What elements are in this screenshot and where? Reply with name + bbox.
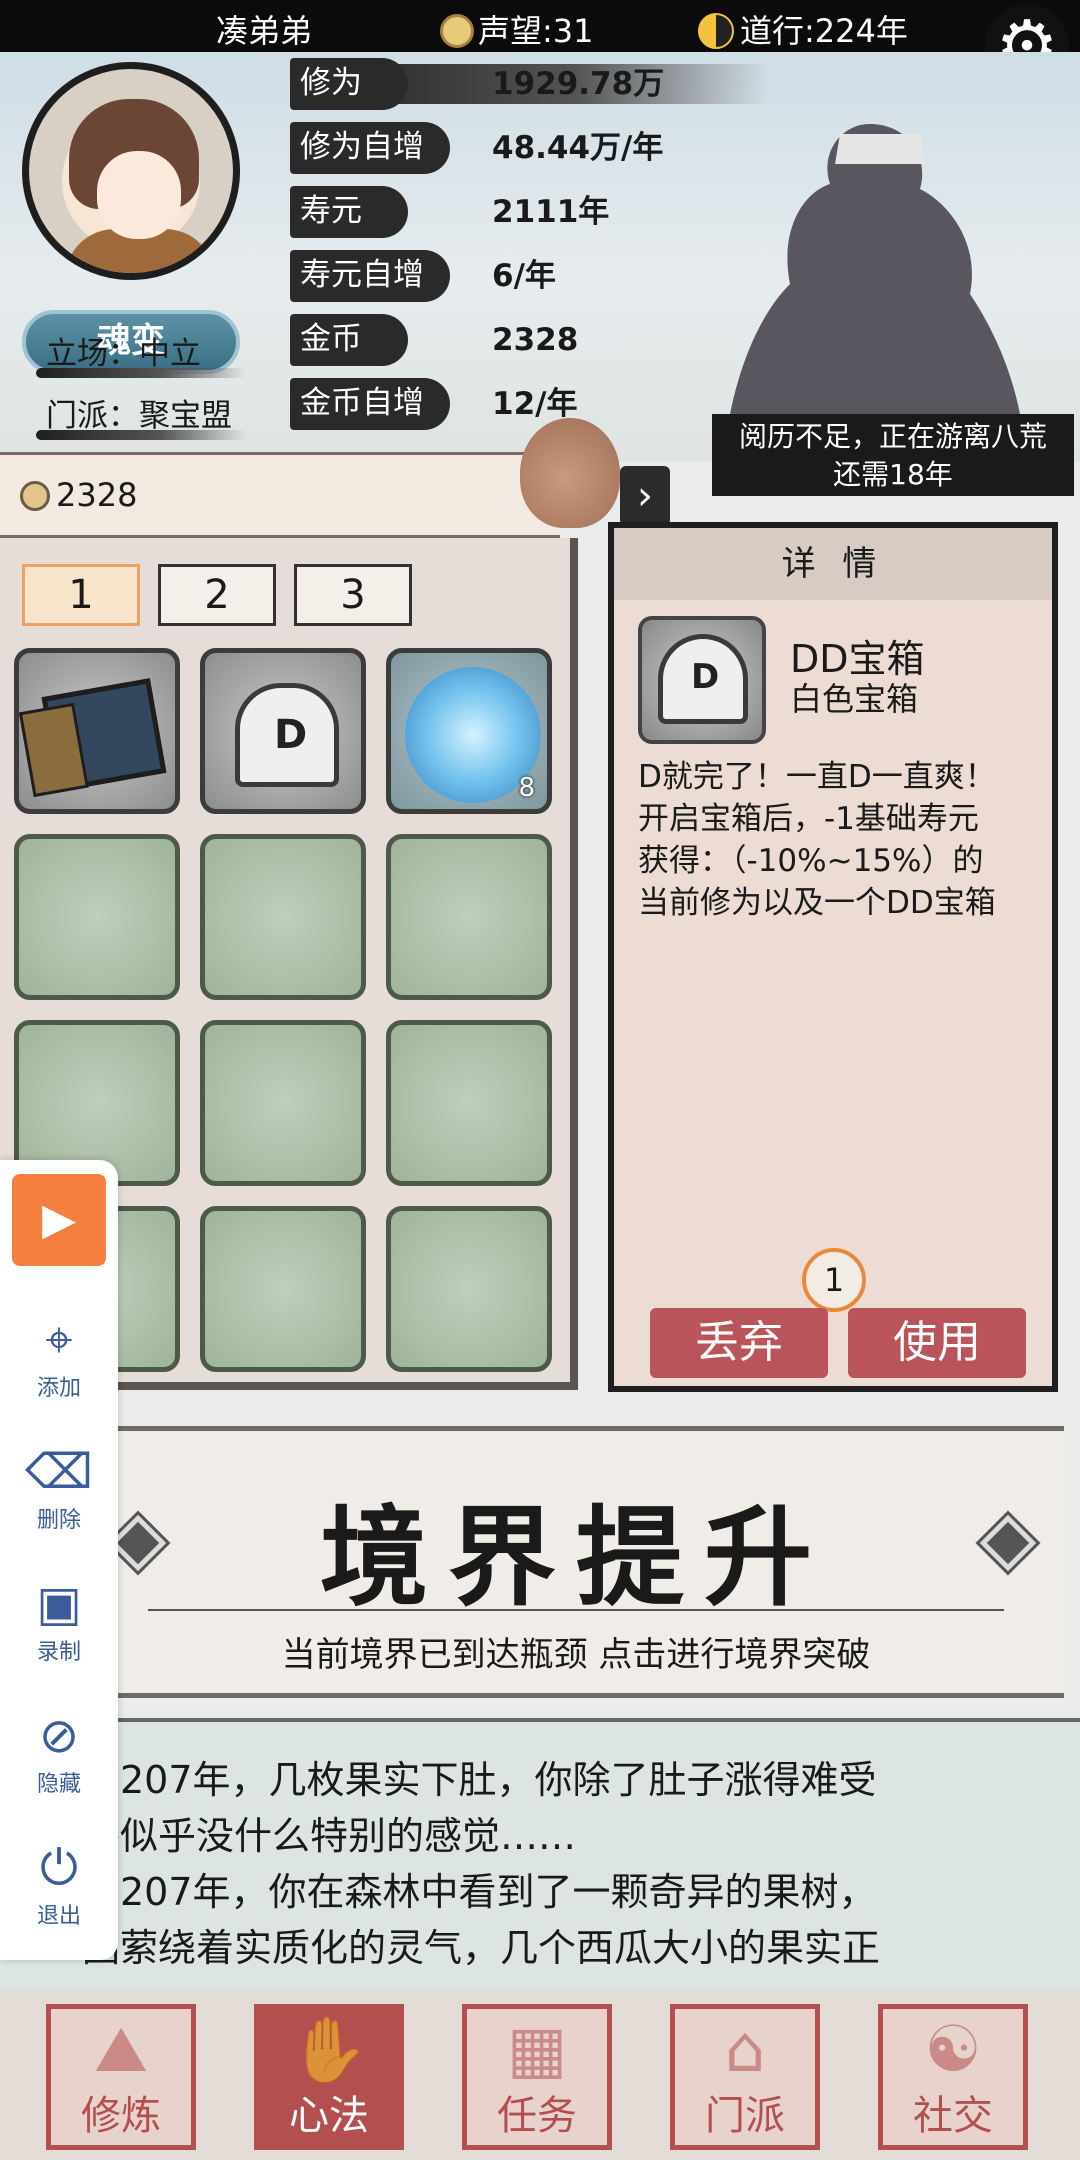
log-line: 外似乎没什么特别的感觉…… xyxy=(82,1814,577,1858)
inventory-slot-orb[interactable]: 8 xyxy=(386,648,552,814)
inventory-tab-1[interactable]: 1 xyxy=(22,564,140,626)
travel-status-line1: 阅历不足，正在游离八荒 xyxy=(738,420,1047,453)
pavilion-icon: ⌂ xyxy=(724,2013,766,2087)
player-avatar[interactable] xyxy=(22,62,240,280)
detail-desc-line: 当前修为以及一个DD宝箱 xyxy=(638,885,996,921)
bag-pouch-icon[interactable] xyxy=(520,418,620,528)
travel-status-line2: 还需18年 xyxy=(833,458,953,491)
detail-desc-line: D就完了！一直D一直爽！ xyxy=(638,759,996,795)
exit-tool-button[interactable]: ⏻ 退出 xyxy=(0,1838,118,1930)
floating-tool-panel: ▶ ⌖ 添加 ⌫ 删除 ▣ 录制 ⊘ 隐藏 ⏻ 退出 xyxy=(0,1160,118,1960)
cursor-remove-icon: ⌫ xyxy=(25,1444,93,1500)
bottom-navigation: ⛰ 修炼 ✋ 心法 ▦ 任务 ⌂ 门派 ☯ 社交 xyxy=(0,1990,1080,2160)
gold-coin-icon xyxy=(20,481,50,511)
chest-icon: D xyxy=(658,634,748,724)
eye-off-icon: ⊘ xyxy=(38,1708,80,1764)
reputation-coin-icon xyxy=(440,14,474,48)
sect-label: 门派：聚宝盟 xyxy=(46,398,232,434)
cursor-add-icon: ⌖ xyxy=(45,1312,73,1368)
stat-label-cultivation-rate: 修为自增 xyxy=(290,122,450,174)
character-header: 魂变 立场：中立 门派：聚宝盟 修为 1929.78万 修为自增 48.44万/… xyxy=(0,52,1080,496)
inventory-slot-empty[interactable] xyxy=(14,834,180,1000)
record-tool-button[interactable]: ▣ 录制 xyxy=(0,1574,118,1666)
log-line: 历207年，几枚果实下肚，你除了肚子涨得难受 xyxy=(82,1758,877,1802)
inventory-slot-book[interactable] xyxy=(14,648,180,814)
inventory-slot-empty[interactable] xyxy=(386,834,552,1000)
stat-value-lifespan-rate: 6/年 xyxy=(492,258,556,294)
stat-label-gold: 金币 xyxy=(290,314,408,366)
stat-value-lifespan: 2111年 xyxy=(492,194,610,230)
cultivator-silhouette xyxy=(730,124,1020,414)
use-button[interactable]: 使用 xyxy=(848,1308,1026,1378)
stat-value-cultivation-rate: 48.44万/年 xyxy=(492,130,664,166)
discard-button[interactable]: 丢弃 xyxy=(650,1308,828,1378)
reputation-display: 声望:31 xyxy=(440,6,594,52)
inventory-slot-empty[interactable] xyxy=(386,1020,552,1186)
chest-icon: D xyxy=(235,683,339,787)
power-icon: ⏻ xyxy=(40,1840,78,1896)
palm-icon: ✋ xyxy=(289,2014,369,2088)
top-status-bar: 凑弟弟 声望:31 道行:224年 xyxy=(0,0,1080,52)
mountain-icon: ⛰ xyxy=(94,2013,148,2087)
divider xyxy=(148,1609,1004,1611)
gold-balance: 2328 xyxy=(0,452,560,538)
taiji-icon xyxy=(698,13,734,49)
stat-value-cultivation: 1929.78万 xyxy=(492,66,665,102)
item-detail-panel: 详 情 D DD宝箱 白色宝箱 D就完了！一直D一直爽！ 开启宝箱后，-1基础寿… xyxy=(608,522,1058,1392)
inventory-slot-empty[interactable] xyxy=(200,1206,366,1372)
nav-technique[interactable]: ✋ 心法 xyxy=(254,2004,404,2150)
gold-balance-value: 2328 xyxy=(56,476,138,514)
travel-status: 阅历不足，正在游离八荒 还需18年 xyxy=(712,414,1074,496)
nav-cultivate[interactable]: ⛰ 修炼 xyxy=(46,2004,196,2150)
detail-title: 详 情 xyxy=(614,528,1052,600)
inventory-tab-3[interactable]: 3 xyxy=(294,564,412,626)
hide-tool-button[interactable]: ⊘ 隐藏 xyxy=(0,1706,118,1798)
inventory-slot-empty[interactable] xyxy=(200,834,366,1000)
chevron-right-icon[interactable]: › xyxy=(620,466,670,526)
dao-display: 道行:224年 xyxy=(698,6,908,52)
inventory-slot-empty[interactable] xyxy=(386,1206,552,1372)
quantity-selector[interactable]: 1 xyxy=(802,1248,866,1312)
stat-label-cultivation: 修为 xyxy=(290,58,408,110)
detail-description: D就完了！一直D一直爽！ 开启宝箱后，-1基础寿元 获得：（-10%~15%）的… xyxy=(638,756,1038,924)
item-count: 8 xyxy=(518,773,535,803)
detail-desc-line: 获得：（-10%~15%）的 xyxy=(638,843,984,879)
player-name: 凑弟弟 xyxy=(216,12,313,50)
inventory-slot-chest[interactable]: D xyxy=(200,648,366,814)
stat-label-gold-rate: 金币自增 xyxy=(290,378,450,430)
video-record-icon: ▣ xyxy=(36,1576,82,1632)
remove-tool-button[interactable]: ⌫ 删除 xyxy=(0,1442,118,1534)
inventory-slot-empty[interactable] xyxy=(200,1020,366,1186)
play-button[interactable]: ▶ xyxy=(12,1174,106,1266)
stance-label: 立场：中立 xyxy=(46,336,201,372)
stat-label-lifespan: 寿元 xyxy=(290,186,408,238)
nav-social[interactable]: ☯ 社交 xyxy=(878,2004,1028,2150)
inventory-tab-2[interactable]: 2 xyxy=(158,564,276,626)
detail-desc-line: 开启宝箱后，-1基础寿元 xyxy=(638,801,979,837)
realm-breakthrough-banner[interactable]: 境界提升 当前境界已到达瓶颈 点击进行境界突破 xyxy=(88,1426,1064,1698)
log-line: 历207年，你在森林中看到了一颗奇异的果树， xyxy=(82,1870,877,1914)
add-tool-button[interactable]: ⌖ 添加 xyxy=(0,1310,118,1402)
nav-sect[interactable]: ⌂ 门派 xyxy=(670,2004,820,2150)
nav-tasks[interactable]: ▦ 任务 xyxy=(462,2004,612,2150)
breakthrough-subtitle: 当前境界已到达瓶颈 点击进行境界突破 xyxy=(281,1635,871,1675)
book-icon xyxy=(41,678,167,792)
event-log: 历207年，几枚果实下肚，你除了肚子涨得难受 外似乎没什么特别的感觉…… 历20… xyxy=(0,1718,1080,1990)
stat-value-gold: 2328 xyxy=(492,322,579,358)
people-icon: ☯ xyxy=(924,2013,982,2087)
log-line: 围萦绕着实质化的灵气，几个西瓜大小的果实正 xyxy=(82,1926,881,1970)
breakthrough-title: 境界提升 xyxy=(319,1495,832,1621)
scroll-icon: ▦ xyxy=(506,2013,568,2087)
stat-label-lifespan-rate: 寿元自增 xyxy=(290,250,450,302)
detail-item-type: 白色宝箱 xyxy=(790,680,919,718)
detail-item-icon: D xyxy=(638,616,766,744)
